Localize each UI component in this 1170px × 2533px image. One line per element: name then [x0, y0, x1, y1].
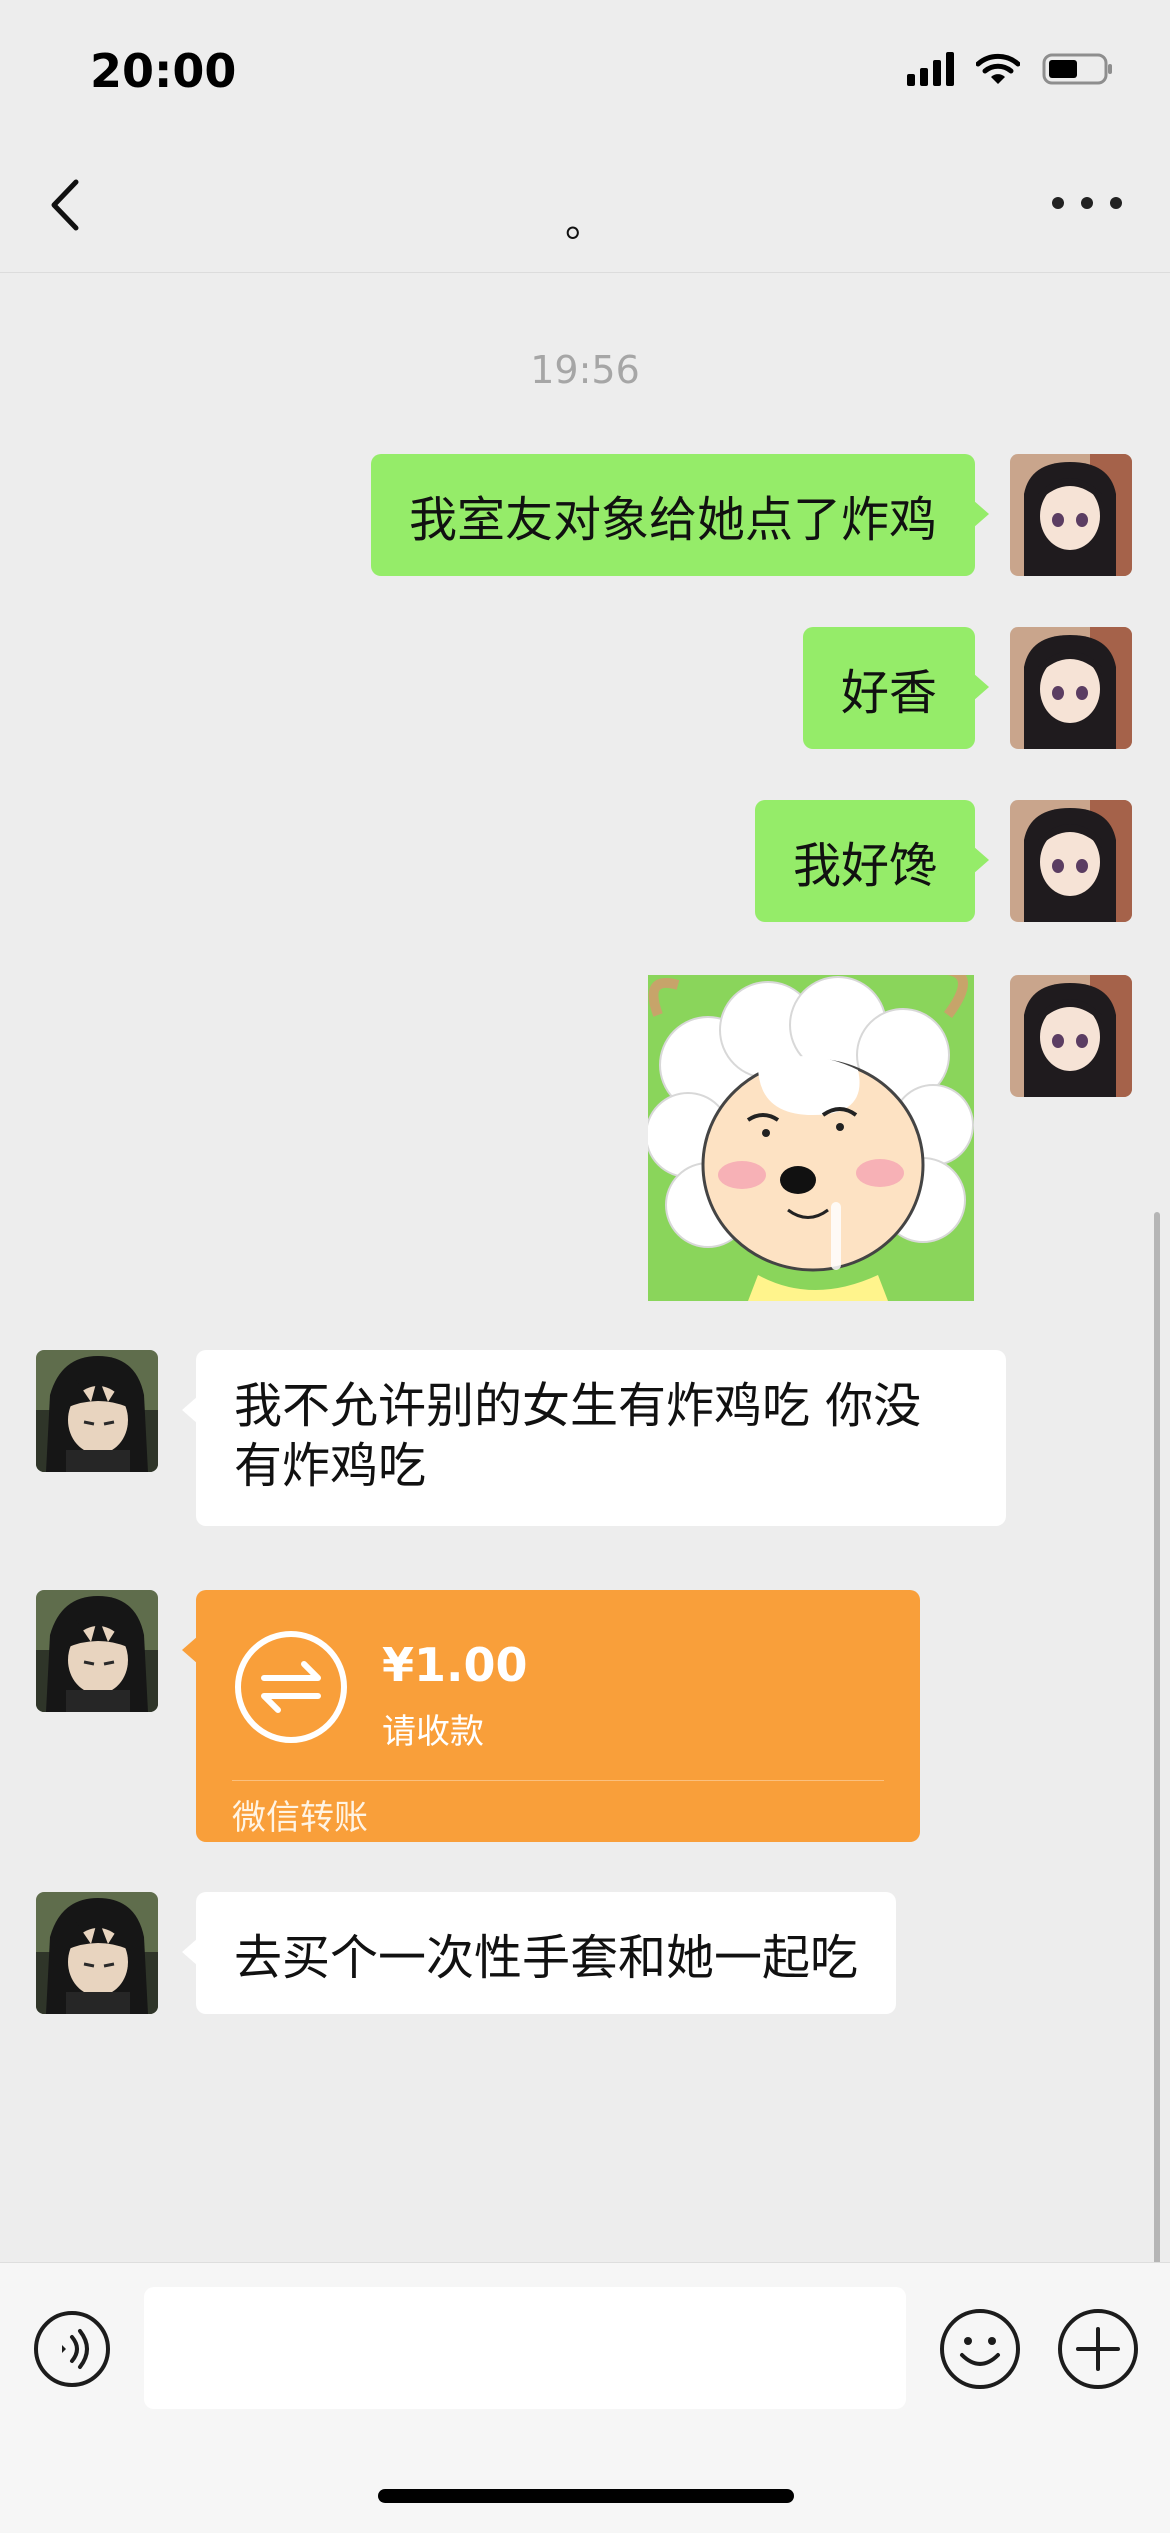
message-bubble-sent[interactable]: 好香: [802, 627, 990, 749]
status-time: 20:00: [90, 44, 237, 98]
transfer-label: 微信转账: [232, 1798, 368, 1838]
message-bubble-received[interactable]: 我不允许别的女生有炸鸡吃 你没有炸鸡吃: [182, 1350, 1006, 1526]
my-avatar[interactable]: [1010, 975, 1132, 1097]
transfer-divider: [232, 1780, 884, 1781]
sheep-sticker-image[interactable]: [648, 975, 974, 1301]
transfer-amount: ¥1.00: [382, 1638, 528, 1692]
signal-icon: [907, 52, 954, 86]
message-input[interactable]: [144, 2287, 906, 2409]
message-bubble-sent[interactable]: 我好馋: [754, 800, 990, 922]
voice-input-icon[interactable]: [32, 2309, 112, 2389]
chat-title: 。: [565, 200, 605, 246]
battery-icon: [1042, 53, 1112, 85]
my-avatar[interactable]: [1010, 800, 1132, 922]
contact-avatar[interactable]: [36, 1350, 158, 1472]
money-transfer-card[interactable]: ¥1.00 请收款 微信转账: [182, 1590, 920, 1842]
status-bar: 20:00: [0, 0, 1170, 140]
message-bubble-sent[interactable]: 我室友对象给她点了炸鸡: [370, 454, 990, 576]
contact-avatar[interactable]: [36, 1590, 158, 1712]
my-avatar[interactable]: [1010, 454, 1132, 576]
emoji-icon[interactable]: [938, 2307, 1022, 2391]
message-list[interactable]: 19:56 我室友对象给她点了炸鸡 好香 我好馋 我不允许别的女生有炸鸡吃 你没…: [0, 272, 1170, 2522]
chat-header: 。: [0, 140, 1170, 273]
status-icons: [907, 52, 1114, 86]
more-options-icon[interactable]: [1052, 188, 1122, 218]
message-bubble-received[interactable]: 去买个一次性手套和她一起吃: [181, 1892, 897, 2014]
contact-avatar[interactable]: [36, 1892, 158, 2014]
wifi-icon: [976, 53, 1020, 84]
my-avatar[interactable]: [1010, 627, 1132, 749]
home-indicator: [378, 2489, 794, 2503]
plus-icon[interactable]: [1056, 2307, 1140, 2391]
input-bar: [0, 2262, 1170, 2533]
transfer-note: 请收款: [382, 1712, 484, 1752]
transfer-arrows-icon: [235, 1631, 347, 1743]
message-timestamp: 19:56: [530, 348, 640, 392]
